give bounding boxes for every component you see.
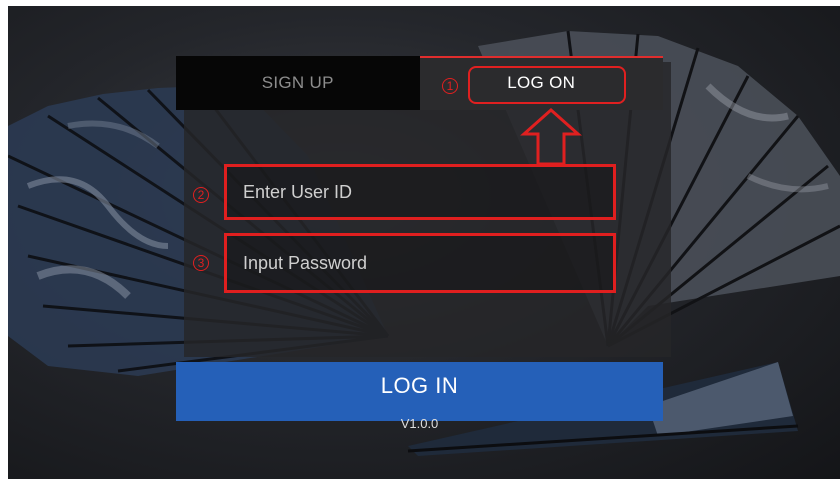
- user-id-input[interactable]: [241, 180, 613, 204]
- log-on-highlight-box: [468, 66, 626, 104]
- tab-sign-up[interactable]: SIGN UP: [176, 56, 420, 110]
- version-label: V1.0.0: [400, 416, 439, 431]
- tab-sign-up-label: SIGN UP: [261, 73, 334, 92]
- user-id-field: [224, 164, 616, 220]
- up-arrow-icon: [520, 108, 582, 166]
- password-input[interactable]: [241, 251, 613, 275]
- active-tab-indicator: [420, 56, 663, 58]
- step-marker-2: 2: [193, 187, 209, 203]
- log-in-button-label: LOG IN: [380, 372, 459, 398]
- step-marker-3: 3: [193, 255, 209, 271]
- log-in-button[interactable]: LOG IN: [176, 362, 663, 421]
- step-marker-1: 1: [442, 78, 458, 94]
- password-field: [224, 233, 616, 293]
